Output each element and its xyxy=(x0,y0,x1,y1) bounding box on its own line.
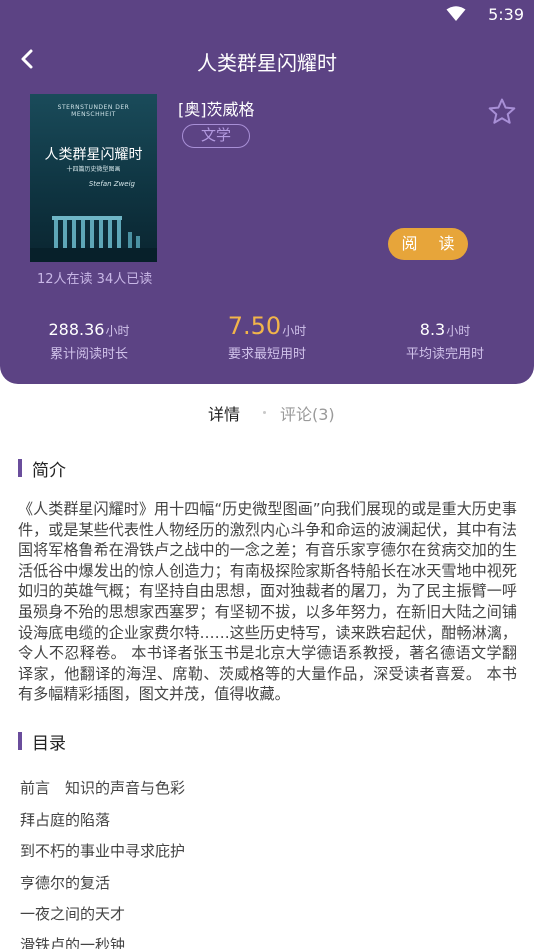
stat-min-required-time: 7.50 小时 要求最短用时 xyxy=(178,312,356,362)
read-button[interactable]: 阅 读 xyxy=(388,228,468,260)
cover-title: 人类群星闪耀时 xyxy=(44,147,143,163)
stat-label: 平均读完用时 xyxy=(405,347,484,362)
tab-comments[interactable]: 评论(3) xyxy=(280,401,335,425)
stat-value: 8.3 xyxy=(419,320,446,339)
author-name[interactable]: [奥]茨威格 xyxy=(178,96,255,120)
toc-item[interactable]: 亨德尔的复活 xyxy=(20,872,110,893)
nav-bar: 人类群星闪耀时 xyxy=(0,38,534,82)
stat-value: 288.36 xyxy=(48,320,105,339)
stat-label: 要求最短用时 xyxy=(227,347,306,362)
intro-heading: 简介 xyxy=(32,461,66,481)
section-accent-bar xyxy=(18,459,22,477)
stat-total-reading-time: 288.36 小时 累计阅读时长 xyxy=(0,312,178,362)
cover-subtitle: 十四篇历史微型图画 xyxy=(66,166,121,173)
toc-item[interactable]: 前言 知识的声音与色彩 xyxy=(20,777,185,798)
intro-text: 《人类群星闪耀时》用十四幅“历史微型图画”向我们展现的或是重大历史事件，或是某些… xyxy=(18,500,517,704)
tab-details[interactable]: 详情 xyxy=(208,401,240,425)
temple-ruins-illustration xyxy=(30,216,157,262)
star-outline-icon[interactable] xyxy=(487,97,517,127)
category-tag[interactable]: 文学 xyxy=(182,124,250,148)
cover-top-line: STERNSTUNDEN DER MENSCHHEIT xyxy=(57,104,130,118)
read-counts: 12人在读 34人已读 xyxy=(37,272,153,287)
page-title: 人类群星闪耀时 xyxy=(197,51,337,75)
tab-separator-dot xyxy=(263,411,266,414)
cover-signature: Stefan Zweig xyxy=(88,180,135,188)
toc-heading: 目录 xyxy=(32,734,66,754)
stat-value: 7.50 xyxy=(227,312,282,340)
wifi-icon xyxy=(446,6,466,21)
stat-unit: 小时 xyxy=(446,324,471,338)
stat-label: 累计阅读时长 xyxy=(49,347,128,362)
toc-item[interactable]: 拜占庭的陷落 xyxy=(20,809,110,830)
toc-item[interactable]: 到不朽的事业中寻求庇护 xyxy=(20,840,185,861)
stat-unit: 小时 xyxy=(105,324,130,338)
book-cover[interactable]: STERNSTUNDEN DER MENSCHHEIT 人类群星闪耀时 十四篇历… xyxy=(30,94,157,262)
detail-tabs: 详情 评论(3) xyxy=(0,400,534,424)
book-header: 5:39 人类群星闪耀时 STERNSTUNDEN DER MENSCHHEIT… xyxy=(0,0,534,384)
toc-item[interactable]: 一夜之间的天才 xyxy=(20,903,125,924)
stat-average-finish-time: 8.3 小时 平均读完用时 xyxy=(356,312,534,362)
status-time: 5:39 xyxy=(488,5,524,24)
toc-item[interactable]: 滑铁卢的一秒钟 xyxy=(20,934,125,949)
stat-unit: 小时 xyxy=(282,324,307,338)
status-bar: 5:39 xyxy=(0,0,534,30)
section-accent-bar xyxy=(18,732,22,750)
